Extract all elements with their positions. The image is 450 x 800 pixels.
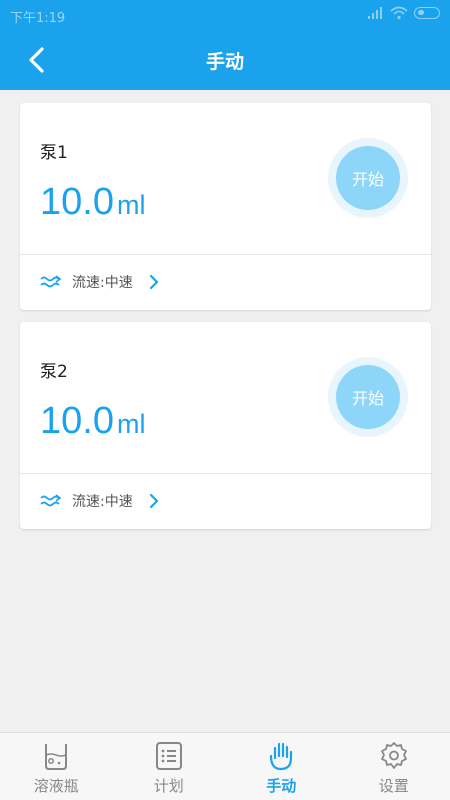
start-button-ring: 开始 [328, 357, 408, 437]
nav-item-settings[interactable]: 设置 [338, 733, 450, 800]
nav-label: 设置 [378, 777, 409, 795]
app-bar: 手动 [0, 30, 450, 90]
battery-icon [414, 7, 440, 19]
wifi-icon [390, 6, 408, 20]
flow-waves-icon [40, 275, 62, 288]
flow-rate-row[interactable]: 流速:中速 [40, 254, 161, 310]
bottom-nav: 溶液瓶 计划 手动 设置 [0, 732, 450, 800]
flow-waves-icon [40, 494, 62, 507]
app-root: 下午1:19 手动 泵1 10.0 ml 开始 流速:中速 泵2 10.0 ml… [0, 0, 450, 800]
chevron-right-icon [149, 493, 158, 509]
list-icon [155, 742, 182, 770]
nav-item-plan[interactable]: 计划 [113, 733, 226, 800]
hand-icon [270, 742, 293, 771]
status-bar: 下午1:19 [0, 0, 450, 30]
start-button[interactable]: 开始 [336, 146, 400, 210]
start-button[interactable]: 开始 [336, 365, 400, 429]
nav-item-bottle[interactable]: 溶液瓶 [0, 733, 113, 800]
flow-rate-label: 流速:中速 [72, 275, 133, 291]
volume-value: 10.0 [40, 400, 114, 442]
volume-unit: ml [116, 190, 146, 220]
flow-rate-label: 流速:中速 [72, 494, 133, 510]
pump-volume[interactable]: 10.0 ml [40, 181, 145, 224]
signal-icon [368, 7, 384, 19]
pump-card-2: 泵2 10.0 ml 开始 流速:中速 [20, 322, 431, 529]
pump-card-1: 泵1 10.0 ml 开始 流速:中速 [20, 103, 431, 310]
pump-volume[interactable]: 10.0 ml [40, 400, 145, 443]
volume-value: 10.0 [40, 181, 114, 223]
top-bar: 下午1:19 手动 [0, 0, 450, 90]
status-time: 下午1:19 [10, 11, 66, 26]
nav-label: 溶液瓶 [33, 777, 79, 795]
page-title: 手动 [205, 51, 244, 73]
flow-rate-row[interactable]: 流速:中速 [40, 473, 161, 529]
nav-label: 计划 [153, 777, 184, 795]
status-icons [368, 6, 440, 20]
nav-item-manual[interactable]: 手动 [225, 733, 338, 800]
bottle-icon [45, 744, 68, 770]
pump-name: 泵1 [40, 143, 68, 163]
pump-name: 泵2 [40, 362, 68, 382]
gear-icon [380, 742, 407, 769]
chevron-right-icon [149, 274, 158, 290]
nav-label: 手动 [266, 777, 297, 795]
start-button-ring: 开始 [328, 138, 408, 218]
volume-unit: ml [116, 409, 146, 439]
